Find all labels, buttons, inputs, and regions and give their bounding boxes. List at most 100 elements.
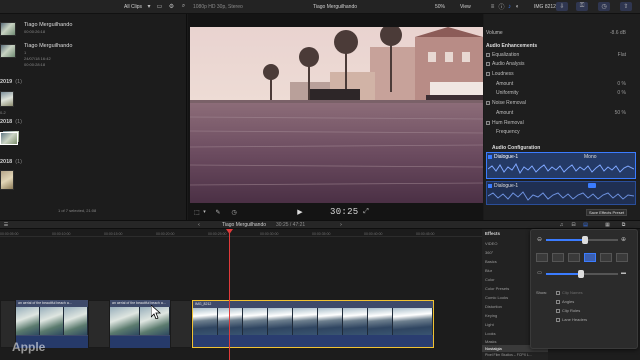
amount-value[interactable]: 0 % [617, 81, 626, 87]
effects-category[interactable]: Blur [485, 268, 492, 273]
snapping-icon[interactable]: ⊟ [570, 222, 577, 228]
effects-category[interactable]: Looks [485, 331, 496, 336]
clip-names-checkbox[interactable] [556, 290, 560, 295]
search-icon[interactable]: ⌕ [180, 3, 187, 10]
import-icon[interactable]: ⇩ [556, 2, 568, 11]
angles-checkbox[interactable] [556, 299, 560, 304]
clip-names-option[interactable]: Clip Names [556, 290, 583, 295]
keyword-icon[interactable]: ⚿ [576, 2, 588, 11]
zoom-slider-thumb[interactable] [582, 236, 588, 244]
audio-analysis-checkbox[interactable] [486, 61, 490, 66]
zoom-out-icon[interactable]: ⊖ [536, 236, 543, 243]
equalization-value[interactable]: Flat [618, 52, 626, 58]
effects-category[interactable]: Pixel Film Studios – FCPX L... [485, 353, 532, 357]
effects-category[interactable]: 360° [485, 250, 493, 255]
zoom-dropdown[interactable]: 50% [435, 4, 445, 10]
chevron-down-icon[interactable]: ▾ [146, 3, 152, 10]
noise-removal-row[interactable]: Noise Removal [486, 100, 636, 108]
clip-appearance-icon[interactable]: ▤ [582, 222, 589, 228]
year-group-header[interactable]: 2018 (1) [0, 119, 22, 125]
uniformity-value[interactable]: 0 % [617, 90, 626, 96]
sliders-icon[interactable]: ≡ [489, 3, 496, 10]
effects-category[interactable]: Light [485, 322, 494, 327]
clip-thumbnail[interactable] [0, 170, 14, 190]
gap-clip[interactable] [170, 300, 192, 348]
channel-mode-dropdown[interactable]: Mono [584, 154, 597, 160]
all-clips-dropdown[interactable]: All Clips [124, 4, 142, 10]
back-arrow-icon[interactable]: ‹ [196, 222, 202, 228]
audio-analysis-row[interactable]: Audio Analysis [486, 61, 636, 69]
volume-row[interactable]: Volume -8.6 dB [486, 30, 636, 38]
channel-toggle[interactable] [588, 183, 596, 188]
year-group-header[interactable]: 2018 (1) [0, 159, 22, 165]
angles-option[interactable]: Angles [556, 299, 574, 304]
gap-clip[interactable] [88, 300, 110, 348]
lane-headers-checkbox[interactable] [556, 317, 560, 322]
noise-amount-value[interactable]: 50 % [615, 110, 626, 116]
amount-row[interactable]: Amount 0 % [486, 81, 636, 89]
filmstrip-view-icon[interactable]: ▭ [156, 3, 163, 10]
color-icon[interactable]: ◐ [514, 3, 521, 10]
gear-icon[interactable]: ⚙ [168, 3, 175, 10]
appearance-large-waveform-button[interactable] [552, 253, 564, 262]
effects-category[interactable]: Basics [485, 259, 497, 264]
frequency-row[interactable]: Frequency [486, 129, 636, 137]
event-stack-thumbnail[interactable] [0, 130, 20, 146]
noise-removal-checkbox[interactable] [486, 100, 490, 105]
clip-thumbnail[interactable] [0, 22, 16, 36]
hum-removal-row[interactable]: Hum Removal [486, 120, 636, 128]
chevron-down-icon[interactable]: ▾ [202, 208, 207, 216]
enhance-icon[interactable]: ✎ [214, 208, 222, 216]
effects-category[interactable]: Color [485, 277, 495, 282]
zoom-in-icon[interactable]: ⊕ [620, 236, 627, 243]
dialogue-checkbox[interactable] [488, 183, 492, 188]
effects-category[interactable]: Distortion [485, 304, 502, 309]
equalization-checkbox[interactable] [486, 52, 490, 57]
play-icon[interactable]: ▶ [296, 208, 304, 216]
effects-browser-icon[interactable]: ▦ [604, 222, 611, 228]
transitions-browser-icon[interactable]: ⧉ [620, 222, 627, 228]
effects-category[interactable]: Keying [485, 313, 497, 318]
effects-category[interactable]: VIDEO [485, 241, 497, 246]
forward-arrow-icon[interactable]: › [338, 222, 344, 228]
timeline-ruler[interactable] [0, 229, 482, 237]
clip-thumbnail[interactable] [0, 44, 16, 58]
video-frame[interactable] [190, 27, 483, 203]
noise-amount-row[interactable]: Amount 50 % [486, 110, 636, 118]
loudness-checkbox[interactable] [486, 71, 490, 76]
effects-category[interactable]: Comic Looks [485, 295, 508, 300]
appearance-names-only-button[interactable] [616, 253, 628, 262]
timeline-clip[interactable]: an aerial of the beautiful beach a... [110, 300, 170, 348]
info-icon[interactable]: ⓘ [498, 3, 505, 11]
headphones-icon[interactable]: ♫ [558, 222, 565, 228]
clip-roles-checkbox[interactable] [556, 308, 560, 313]
view-dropdown[interactable]: View [460, 4, 471, 10]
clip-height-slider-thumb[interactable] [578, 270, 584, 278]
appearance-filmstrip-only-button[interactable] [600, 253, 612, 262]
effects-category[interactable]: Color Presets [485, 286, 509, 291]
appearance-waveform-only-button[interactable] [536, 253, 548, 262]
effects-category[interactable]: Masks [485, 339, 497, 344]
save-effects-preset-button[interactable]: Save Effects Preset [586, 209, 628, 216]
loudness-row[interactable]: Loudness [486, 71, 636, 79]
appearance-equal-button[interactable] [568, 253, 580, 262]
dialogue-checkbox[interactable] [488, 154, 492, 159]
background-tasks-icon[interactable]: ◷ [598, 2, 610, 11]
playhead[interactable] [229, 229, 230, 360]
clip-thumbnail[interactable] [0, 91, 14, 107]
appearance-large-filmstrip-button[interactable] [584, 253, 596, 262]
year-group-header[interactable]: 2019 (1) [0, 79, 22, 85]
audio-enhancements-header[interactable]: Audio Enhancements [486, 43, 636, 51]
volume-value[interactable]: -8.6 dB [610, 30, 626, 36]
effects-category-selected[interactable]: Nostalgia [485, 346, 502, 351]
audio-inspector-icon[interactable]: ♪ [506, 3, 513, 10]
equalization-row[interactable]: Equalization Flat [486, 52, 636, 60]
uniformity-row[interactable]: Uniformity 0 % [486, 90, 636, 98]
hum-removal-checkbox[interactable] [486, 120, 490, 125]
lane-headers-option[interactable]: Lane Headers [556, 317, 587, 322]
transform-icon[interactable]: ⬚ [193, 208, 201, 216]
fullscreen-icon[interactable]: ⤢ [362, 208, 370, 216]
index-icon[interactable]: ☰ [3, 222, 9, 228]
speed-icon[interactable]: ◷ [230, 208, 238, 216]
clip-roles-option[interactable]: Clip Roles [556, 308, 580, 313]
